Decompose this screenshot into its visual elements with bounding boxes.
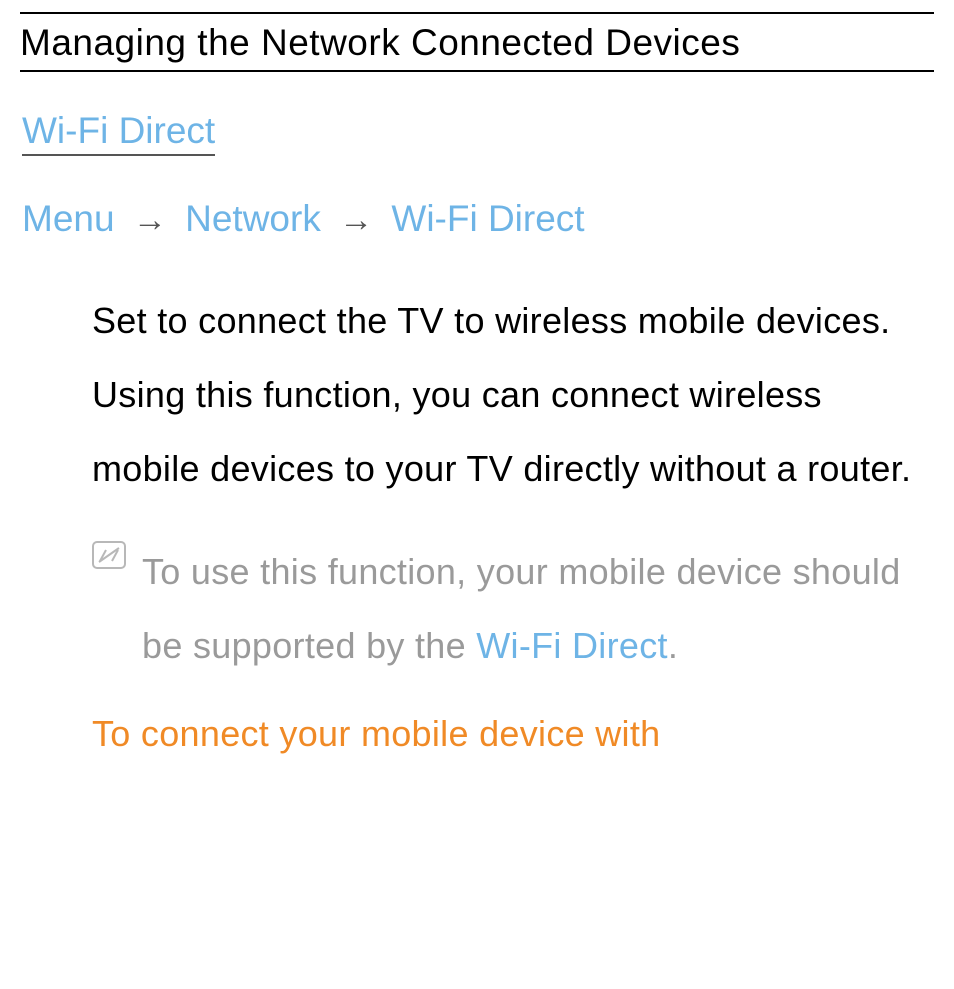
body-paragraph: Set to connect the TV to wireless mobile… [92, 284, 924, 505]
breadcrumb-item-network: Network [185, 198, 321, 239]
page-title: Managing the Network Connected Devices [20, 12, 934, 72]
continuation-text: To connect your mobile device with [92, 713, 934, 755]
note-highlight: Wi-Fi Direct [476, 625, 668, 666]
section-heading: Wi-Fi Direct [22, 110, 215, 156]
breadcrumb-item-menu: Menu [22, 198, 115, 239]
breadcrumb: Menu → Network → Wi-Fi Direct [22, 198, 934, 240]
note-text-after: . [668, 625, 678, 666]
note-icon [92, 541, 126, 569]
breadcrumb-item-wifi-direct: Wi-Fi Direct [391, 198, 584, 239]
note-block: To use this function, your mobile device… [92, 535, 924, 683]
note-text: To use this function, your mobile device… [92, 535, 924, 683]
arrow-right-icon: → [339, 201, 373, 239]
arrow-right-icon: → [133, 201, 167, 239]
